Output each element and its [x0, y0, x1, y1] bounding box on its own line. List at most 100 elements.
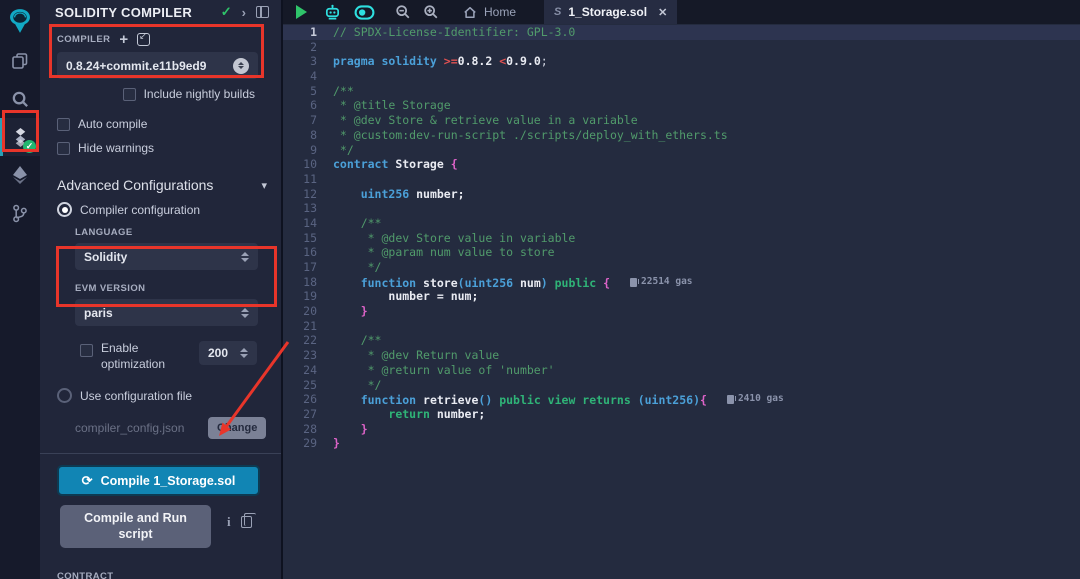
code-line: 2	[283, 40, 1080, 55]
line-number: 27	[283, 407, 333, 422]
remix-ide-window: ✓ SOLIDITY COMPILER ✓ ›	[0, 0, 1080, 579]
line-number: 23	[283, 348, 333, 363]
solidity-file-icon: S	[554, 6, 561, 18]
home-icon	[463, 6, 477, 19]
zoom-out-icon[interactable]	[395, 4, 411, 20]
line-number: 11	[283, 172, 333, 187]
tab-storage-sol[interactable]: S 1_Storage.sol ✕	[544, 0, 677, 24]
line-number: 5	[283, 84, 333, 99]
code-editor[interactable]: 1// SPDX-License-Identifier: GPL-3.023pr…	[283, 24, 1080, 579]
close-tab-icon[interactable]: ✕	[658, 6, 667, 19]
code-line: 29}	[283, 436, 1080, 451]
line-number: 7	[283, 113, 333, 128]
evm-version-select[interactable]: paris	[75, 299, 258, 326]
line-number: 22	[283, 333, 333, 348]
code-line: 23 * @dev Return value	[283, 348, 1080, 363]
line-number: 16	[283, 245, 333, 260]
language-value: Solidity	[84, 250, 240, 264]
import-compiler-icon[interactable]	[137, 33, 150, 46]
pin-panel-icon[interactable]	[256, 6, 269, 18]
line-number: 8	[283, 128, 333, 143]
code-line: 13	[283, 201, 1080, 216]
code-line: 25 */	[283, 378, 1080, 393]
advanced-configurations-toggle[interactable]: Advanced Configurations ▾	[57, 177, 267, 193]
include-nightly-checkbox[interactable]	[123, 88, 136, 101]
code-line: 28 }	[283, 422, 1080, 437]
code-line: 24 * @return value of 'number'	[283, 363, 1080, 378]
panel-header: SOLIDITY COMPILER ✓ ›	[40, 0, 281, 24]
line-number: 9	[283, 143, 333, 158]
compiler-configuration-radio[interactable]	[57, 202, 72, 217]
collapse-panel-icon[interactable]: ›	[242, 5, 246, 20]
ai-assistant-icon[interactable]	[323, 4, 342, 21]
change-config-button[interactable]: Change	[208, 417, 266, 439]
code-line: 17 */	[283, 260, 1080, 275]
line-number: 12	[283, 187, 333, 202]
language-select[interactable]: Solidity	[75, 243, 258, 270]
evm-version-label: EVM VERSION	[75, 283, 281, 294]
compiler-version-stepper-icon	[233, 58, 249, 74]
tab-home-label: Home	[484, 5, 516, 19]
line-number: 19	[283, 289, 333, 304]
line-number: 26	[283, 392, 333, 407]
zoom-in-icon[interactable]	[423, 4, 439, 20]
line-number: 4	[283, 69, 333, 84]
code-line: 27 return number;	[283, 407, 1080, 422]
compiler-version-select[interactable]: 0.8.24+commit.e11b9ed9	[57, 52, 258, 79]
line-number: 1	[283, 25, 333, 40]
line-number: 18	[283, 275, 333, 290]
git-branch-icon	[11, 204, 29, 223]
line-number: 13	[283, 201, 333, 216]
line-number: 29	[283, 436, 333, 451]
play-icon	[296, 5, 307, 19]
code-line: 26 function retrieve() public view retur…	[283, 392, 1080, 407]
line-number: 28	[283, 422, 333, 437]
remix-logo-icon	[7, 8, 33, 34]
contract-section-label: CONTRACT	[57, 571, 281, 579]
code-lines: 1// SPDX-License-Identifier: GPL-3.023pr…	[283, 24, 1080, 451]
use-configuration-file-label: Use configuration file	[80, 389, 192, 403]
compile-and-run-button[interactable]: Compile and Run script	[60, 505, 211, 548]
add-custom-compiler-icon[interactable]: +	[119, 35, 128, 45]
line-number: 25	[283, 378, 333, 393]
copy-icon[interactable]	[241, 516, 252, 528]
include-nightly-label: Include nightly builds	[144, 87, 255, 101]
gas-pump-icon	[727, 395, 734, 404]
advanced-configurations-heading: Advanced Configurations	[57, 177, 261, 193]
compiler-version-value: 0.8.24+commit.e11b9ed9	[66, 59, 233, 73]
sidebar-item-search[interactable]	[0, 80, 40, 118]
sidebar-item-deploy-run[interactable]	[0, 156, 40, 194]
deploy-run-icon	[11, 165, 29, 185]
run-script-button[interactable]	[296, 5, 307, 19]
info-icon[interactable]: i	[227, 514, 231, 530]
line-number: 10	[283, 157, 333, 172]
remix-logo[interactable]	[0, 0, 40, 42]
sidebar-item-solidity-compiler[interactable]: ✓	[0, 118, 40, 156]
evm-version-value: paris	[84, 306, 240, 320]
tab-storage-label: 1_Storage.sol	[568, 5, 647, 19]
code-line: 18 function store(uint256 num) public {2…	[283, 275, 1080, 290]
line-number: 2	[283, 40, 333, 55]
activity-bar: ✓	[0, 0, 40, 579]
solidity-compiler-panel: SOLIDITY COMPILER ✓ › COMPILER + 0.8.24+…	[40, 0, 283, 579]
code-line: 22 /**	[283, 333, 1080, 348]
evm-stepper-icon	[240, 308, 249, 318]
code-line: 6 * @title Storage	[283, 98, 1080, 113]
enable-optimization-checkbox[interactable]	[80, 344, 93, 357]
auto-compile-checkbox[interactable]	[57, 118, 70, 131]
compile-button-label: Compile 1_Storage.sol	[101, 474, 236, 488]
code-line: 9 */	[283, 143, 1080, 158]
code-line: 7 * @dev Store & retrieve value in a var…	[283, 113, 1080, 128]
tab-home[interactable]: Home	[453, 0, 526, 24]
sidebar-item-file-explorer[interactable]	[0, 42, 40, 80]
compile-button[interactable]: ⟳ Compile 1_Storage.sol	[57, 465, 260, 496]
copilot-toggle-icon[interactable]	[354, 5, 375, 20]
optimization-runs-input[interactable]: 200	[199, 341, 257, 365]
sidebar-item-git[interactable]	[0, 194, 40, 232]
code-line: 5/**	[283, 84, 1080, 99]
hide-warnings-checkbox[interactable]	[57, 142, 70, 155]
use-configuration-file-radio[interactable]	[57, 388, 72, 403]
code-line: 16 * @param num value to store	[283, 245, 1080, 260]
config-file-name: compiler_config.json	[75, 421, 208, 435]
code-line: 19 number = num;	[283, 289, 1080, 304]
